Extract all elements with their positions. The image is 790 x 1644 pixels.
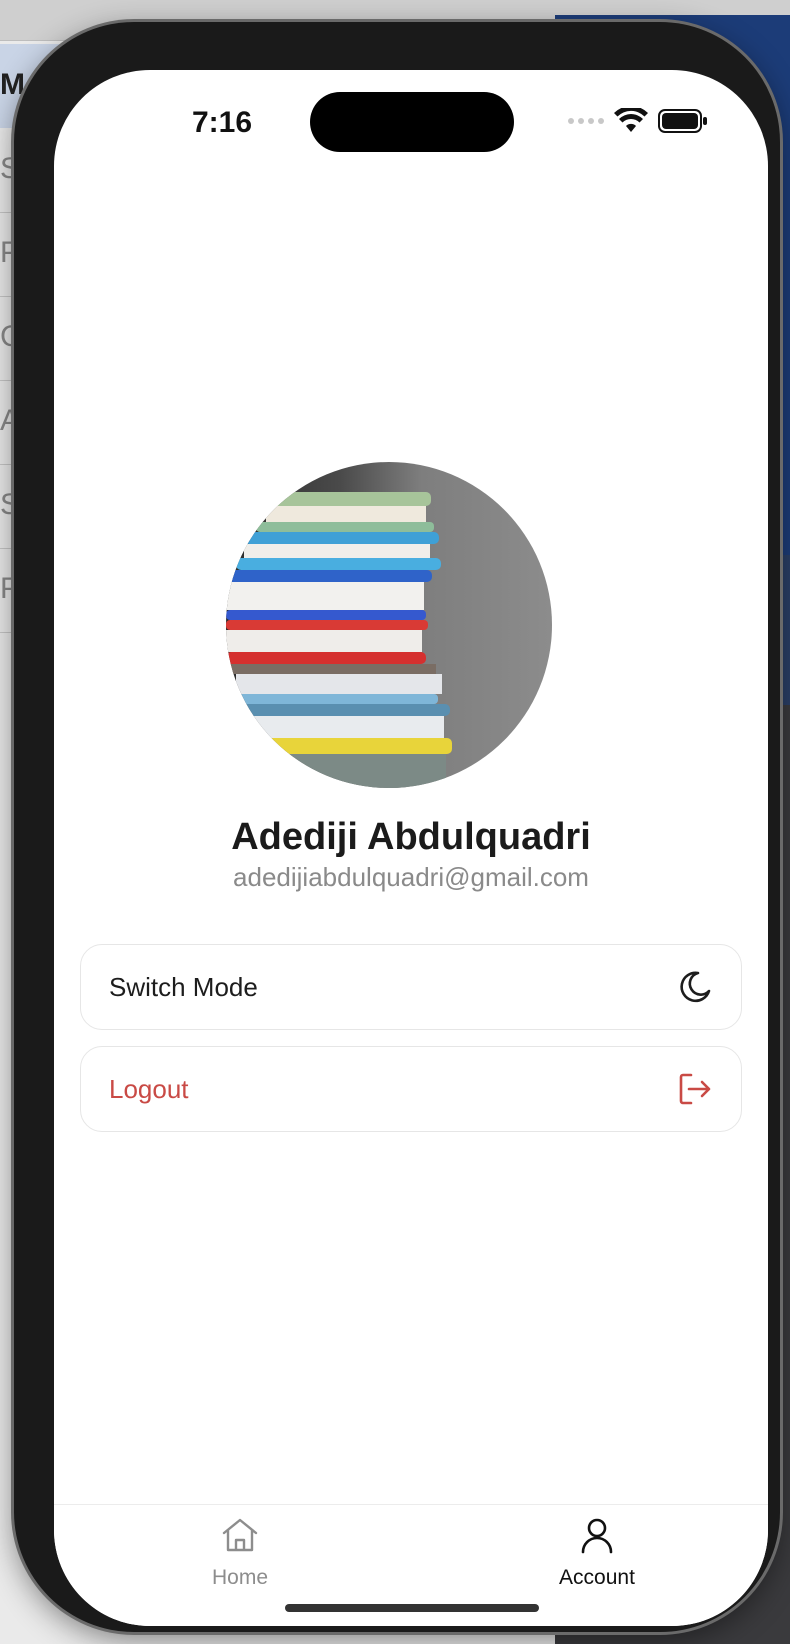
logout-button[interactable]: Logout: [80, 1046, 742, 1132]
avatar[interactable]: [226, 462, 552, 788]
tab-account-label: Account: [559, 1566, 635, 1589]
status-time: 7:16: [191, 106, 253, 139]
home-indicator[interactable]: [285, 1604, 539, 1612]
logout-icon: [679, 1073, 711, 1105]
user-name: Adediji Abdulquadri: [231, 816, 591, 858]
person-icon: [581, 1518, 613, 1554]
switch-mode-button[interactable]: Switch Mode: [80, 944, 742, 1030]
dynamic-island: [310, 92, 514, 152]
background-right-top: [555, 0, 790, 15]
logout-label: Logout: [109, 1073, 189, 1104]
status-indicators: [568, 106, 708, 136]
tab-account[interactable]: Account: [517, 1515, 677, 1590]
battery-icon: [658, 109, 707, 133]
phone-screen: 7:16 Adediji Abdulquadri adedijiabdulqua…: [54, 70, 768, 1626]
switch-mode-label: Switch Mode: [109, 971, 258, 1002]
stack-of-books-image: [226, 462, 552, 788]
wifi-icon: [614, 108, 648, 132]
user-email: adedijiabdulquadri@gmail.com: [233, 862, 589, 892]
moon-icon: [680, 971, 711, 1003]
tab-home-label: Home: [211, 1566, 269, 1589]
phone-frame: 7:16 Adediji Abdulquadri adedijiabdulqua…: [14, 22, 780, 1632]
home-icon: [222, 1518, 258, 1552]
tab-home[interactable]: Home: [160, 1515, 320, 1590]
cellular-signal-icon: [568, 118, 604, 124]
